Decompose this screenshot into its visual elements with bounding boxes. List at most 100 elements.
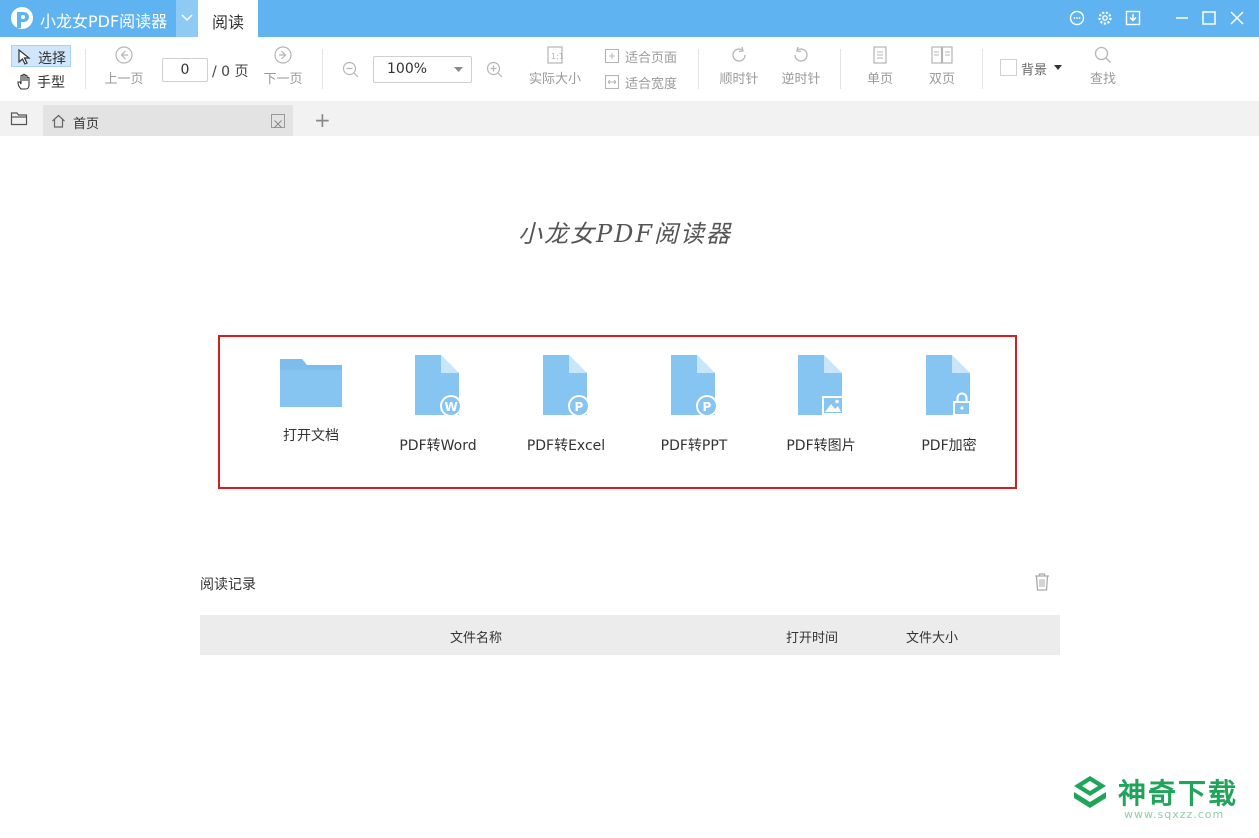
prev-page-label: 上一页: [104, 72, 144, 87]
toolbar: 选择 手型 上一页 0 / 0 页 下一页 100% 1:1 实际大小 适合页面…: [0, 37, 1259, 101]
search-label: 查找: [1089, 72, 1116, 87]
caret-down-icon[interactable]: [1054, 65, 1062, 70]
zoom-select[interactable]: 100%: [373, 56, 472, 83]
open-document-label: 打开文档: [283, 428, 339, 444]
feature-panel: 打开文档 W PDF转Word P PDF转Excel P PDF转PPT PD…: [218, 335, 1017, 489]
page-total: / 0 页: [212, 64, 249, 80]
search-button[interactable]: 查找: [1086, 45, 1120, 87]
watermark-name: 神奇下载: [1118, 777, 1239, 810]
rotate-clockwise-label: 顺时针: [719, 72, 759, 87]
fit-page-label: 适合页面: [625, 51, 678, 66]
single-page-label: 单页: [866, 72, 893, 87]
chat-icon[interactable]: [1068, 9, 1086, 27]
arrow-right-circle-icon: [274, 46, 292, 64]
trash-icon[interactable]: [1033, 572, 1051, 592]
title-bar: 小龙女PDF阅读器 阅读: [0, 0, 1259, 37]
lock-file-icon: [926, 355, 971, 416]
rotate-counterclockwise-button[interactable]: 逆时针: [778, 45, 824, 87]
page-number-input[interactable]: 0: [162, 58, 208, 82]
hand-mode-button[interactable]: 手型: [11, 70, 71, 92]
tab-read[interactable]: 阅读: [198, 0, 258, 37]
app-menu-dropdown[interactable]: [176, 0, 198, 37]
add-tab-button[interactable]: +: [314, 108, 331, 132]
maximize-icon[interactable]: [1198, 7, 1220, 29]
excel-file-icon: P: [543, 355, 590, 417]
close-icon[interactable]: [1226, 7, 1248, 29]
svg-text:P: P: [575, 400, 584, 414]
pdf-to-image-button[interactable]: PDF转图片: [766, 355, 876, 455]
toolbar-divider: [840, 49, 841, 89]
toolbar-divider: [85, 49, 86, 89]
app-logo-icon: [11, 7, 33, 29]
next-page-button[interactable]: 下一页: [262, 45, 304, 87]
background-checkbox[interactable]: [1000, 59, 1017, 76]
fit-width-button[interactable]: 适合宽度: [604, 73, 684, 92]
tab-close-button[interactable]: [271, 114, 285, 128]
select-mode-label: 选择: [38, 51, 66, 67]
prev-page-button[interactable]: 上一页: [103, 45, 145, 87]
column-open-time[interactable]: 打开时间: [786, 627, 838, 646]
rotate-ccw-icon: [794, 46, 808, 62]
settings-icon[interactable]: [1096, 9, 1114, 27]
close-icon: [274, 120, 282, 128]
chevron-down-icon: [181, 14, 193, 22]
zoom-in-icon[interactable]: [485, 60, 505, 80]
toolbar-divider: [322, 49, 323, 89]
zoom-value: 100%: [387, 61, 428, 77]
home-icon: [52, 114, 65, 128]
tab-home[interactable]: 首页: [43, 105, 293, 136]
pdf-to-image-label: PDF转图片: [786, 438, 856, 454]
download-icon[interactable]: [1124, 9, 1142, 27]
pdf-to-excel-label: PDF转Excel: [526, 438, 606, 454]
watermark-logo: [1074, 776, 1106, 808]
ppt-file-icon: P: [671, 355, 718, 417]
open-document-button[interactable]: 打开文档: [256, 355, 366, 445]
fit-width-label: 适合宽度: [625, 77, 678, 92]
column-file-size[interactable]: 文件大小: [906, 627, 958, 646]
double-page-label: 双页: [928, 72, 955, 87]
fit-page-button[interactable]: 适合页面: [604, 47, 684, 66]
pdf-to-excel-button[interactable]: P PDF转Excel: [511, 355, 621, 455]
reading-history-title: 阅读记录: [200, 577, 256, 593]
tab-home-label: 首页: [73, 117, 100, 132]
svg-text:1:1: 1:1: [551, 52, 564, 61]
pdf-encrypt-button[interactable]: PDF加密: [894, 355, 1004, 455]
pdf-encrypt-label: PDF加密: [921, 438, 977, 454]
toolbar-divider: [698, 49, 699, 89]
image-file-icon: [798, 355, 844, 415]
brand-logo: 小龙女PDF阅读器: [518, 220, 733, 248]
app-title: 小龙女PDF阅读器: [40, 12, 168, 31]
fit-width-icon: [604, 74, 620, 90]
folder-open-icon[interactable]: [10, 111, 28, 126]
arrow-left-circle-icon: [115, 46, 133, 64]
rotate-counterclockwise-label: 逆时针: [781, 72, 821, 87]
actual-size-label: 实际大小: [528, 72, 581, 87]
column-file-name[interactable]: 文件名称: [450, 627, 502, 646]
svg-text:W: W: [445, 400, 458, 414]
actual-size-button[interactable]: 1:1 实际大小: [525, 45, 585, 87]
caret-down-icon: [454, 67, 463, 72]
rotate-cw-icon: [732, 46, 746, 62]
select-mode-button[interactable]: 选择: [11, 45, 71, 67]
tab-read-label: 阅读: [212, 13, 245, 32]
svg-text:P: P: [703, 400, 712, 414]
toolbar-divider: [982, 49, 983, 89]
watermark-url: www.sqxzz.com: [1124, 808, 1225, 821]
hand-mode-label: 手型: [37, 75, 65, 91]
history-table-header: 文件名称 打开时间 文件大小: [200, 615, 1060, 655]
zoom-out-icon[interactable]: [341, 60, 361, 80]
folder-icon: [280, 359, 342, 407]
pdf-to-ppt-label: PDF转PPT: [660, 438, 728, 454]
fit-page-icon: [604, 48, 620, 64]
single-page-icon: [873, 46, 887, 64]
single-page-button[interactable]: 单页: [862, 45, 898, 87]
cursor-arrow-icon: [18, 48, 31, 65]
pdf-to-word-button[interactable]: W PDF转Word: [383, 355, 493, 455]
word-file-icon: W: [415, 355, 462, 417]
rotate-clockwise-button[interactable]: 顺时针: [716, 45, 762, 87]
background-label[interactable]: 背景: [1021, 59, 1047, 78]
pdf-to-ppt-button[interactable]: P PDF转PPT: [639, 355, 749, 455]
search-icon: [1094, 46, 1111, 63]
minimize-icon[interactable]: [1171, 7, 1193, 29]
double-page-button[interactable]: 双页: [924, 45, 960, 87]
